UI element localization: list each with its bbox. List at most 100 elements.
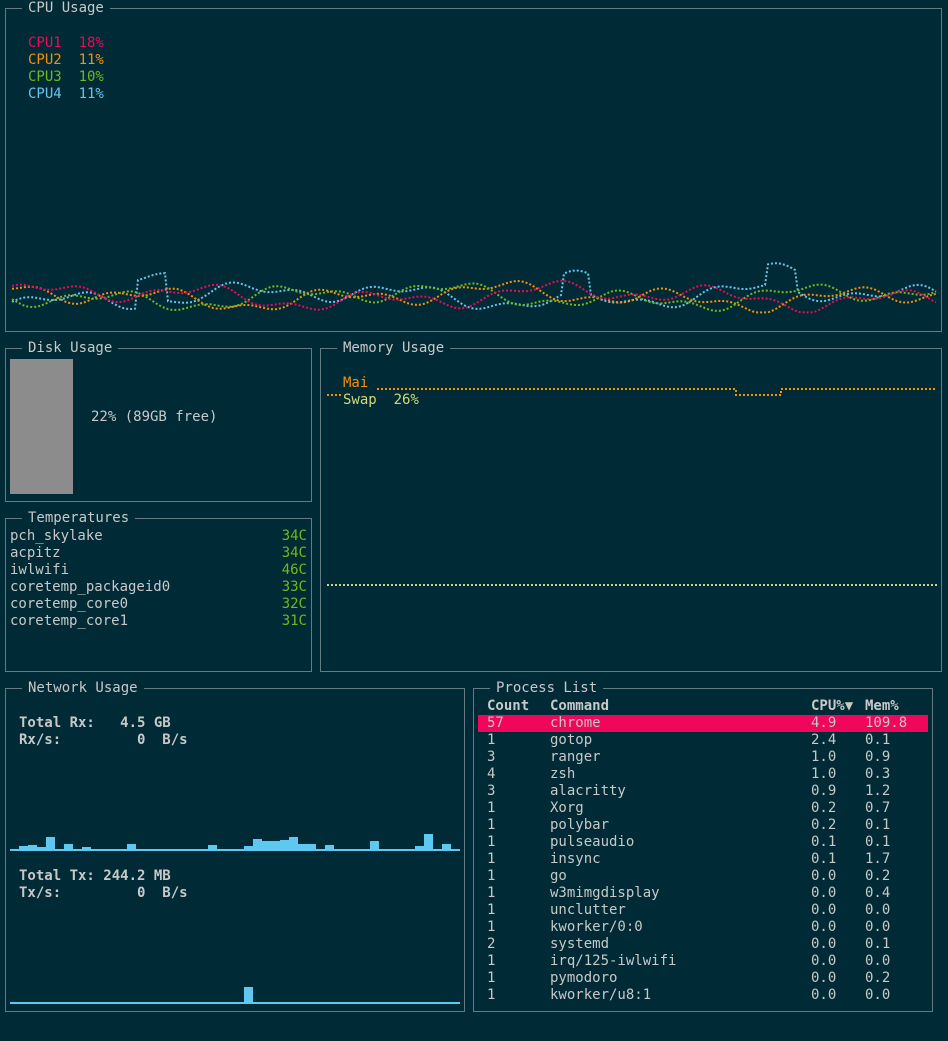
rx-rate-label: Rx/s: [19,732,62,748]
process-command-cell[interactable]: ranger [550,749,601,766]
rx-bar [397,849,406,851]
process-count-cell[interactable]: 1 [487,868,495,885]
process-command-cell[interactable]: pymodoro [550,970,617,987]
tx-bar [217,1002,226,1004]
process-mem-cell[interactable]: 0.1 [865,834,890,851]
process-list-panel: Process List Count Command CPU%▼ Mem% 57… [473,679,933,1012]
process-mem-cell[interactable]: 0.3 [865,766,890,783]
process-command-cell[interactable]: w3mimgdisplay [550,885,660,902]
process-cpu-cell[interactable]: 0.1 [811,851,836,868]
rx-bar [73,849,82,851]
process-cpu-cell[interactable]: 0.2 [811,817,836,834]
process-mem-cell[interactable]: 0.0 [865,919,890,936]
rx-bar [37,847,46,851]
process-command-cell[interactable]: kworker/0:0 [550,919,643,936]
tx-bar [145,1002,154,1004]
process-count-cell[interactable]: 1 [487,732,495,749]
process-cpu-cell[interactable]: 0.2 [811,800,836,817]
process-command-cell[interactable]: gotop [550,732,592,749]
process-cpu-cell[interactable]: 1.0 [811,749,836,766]
process-count-cell[interactable]: 1 [487,851,495,868]
process-header-mem[interactable]: Mem% [865,698,899,715]
process-mem-cell[interactable]: 0.7 [865,800,890,817]
process-cpu-cell[interactable]: 2.4 [811,732,836,749]
process-count-cell[interactable]: 1 [487,970,495,987]
tx-rate-label: Tx/s: [19,885,62,901]
process-mem-cell[interactable]: 1.7 [865,851,890,868]
process-mem-cell[interactable]: 0.0 [865,953,890,970]
process-cpu-cell[interactable]: 0.0 [811,987,836,1004]
process-command-cell[interactable]: zsh [550,766,575,783]
process-command-cell[interactable]: polybar [550,817,609,834]
process-mem-cell[interactable]: 109.8 [865,715,907,732]
process-header-command[interactable]: Command [550,698,609,715]
process-mem-cell[interactable]: 0.1 [865,817,890,834]
tx-total: Total Tx: 244.2 MB [19,868,171,885]
process-command-cell[interactable]: insync [550,851,601,868]
process-cpu-cell[interactable]: 0.0 [811,936,836,953]
swap-memory-legend: Swap 26% [343,392,419,409]
process-mem-cell[interactable]: 0.0 [865,987,890,1004]
process-mem-cell[interactable]: 0.9 [865,749,890,766]
network-usage-title: Network Usage [22,679,144,697]
tx-bar [415,1002,424,1004]
process-command-cell[interactable]: systemd [550,936,609,953]
rx-bar [235,849,244,851]
process-command-cell[interactable]: unclutter [550,902,626,919]
process-mem-cell[interactable]: 0.2 [865,868,890,885]
process-count-cell[interactable]: 1 [487,885,495,902]
disk-usage-panel: Disk Usage 22% (89GB free) [5,339,312,502]
process-cpu-cell[interactable]: 0.0 [811,919,836,936]
process-count-cell[interactable]: 1 [487,800,495,817]
process-cpu-cell[interactable]: 4.9 [811,715,836,732]
process-command-cell[interactable]: Xorg [550,800,584,817]
rx-bar [316,849,325,851]
tx-sparkline [10,987,460,1004]
process-command-cell[interactable]: kworker/u8:1 [550,987,651,1004]
process-count-cell[interactable]: 1 [487,919,495,936]
process-cpu-cell[interactable]: 0.9 [811,783,836,800]
process-command-cell[interactable]: irq/125-iwlwifi [550,953,676,970]
tx-bar [19,1002,28,1004]
process-cpu-cell[interactable]: 0.0 [811,868,836,885]
tx-bar [172,1002,181,1004]
process-mem-cell[interactable]: 0.1 [865,936,890,953]
tx-bar [91,1002,100,1004]
process-command-cell[interactable]: go [550,868,567,885]
process-command-cell[interactable]: pulseaudio [550,834,634,851]
process-count-cell[interactable]: 1 [487,817,495,834]
process-mem-cell[interactable]: 1.2 [865,783,890,800]
process-count-cell[interactable]: 2 [487,936,495,953]
process-cpu-cell[interactable]: 1.0 [811,766,836,783]
process-cpu-cell[interactable]: 0.0 [811,953,836,970]
temperatures-title: Temperatures [22,509,136,527]
process-count-cell[interactable]: 3 [487,749,495,766]
process-mem-cell[interactable]: 0.2 [865,970,890,987]
temperature-sensor-name: pch_skylake [10,528,103,544]
process-command-cell[interactable]: alacritty [550,783,626,800]
rx-bar [370,841,379,851]
rx-bar [91,849,100,851]
tx-bar [289,1002,298,1004]
process-mem-cell[interactable]: 0.0 [865,902,890,919]
temperature-sensor-name: iwlwifi [10,562,70,578]
process-cpu-cell[interactable]: 0.0 [811,970,836,987]
process-header-cpu[interactable]: CPU%▼ [811,698,853,715]
process-cpu-cell[interactable]: 0.0 [811,885,836,902]
process-cpu-cell[interactable]: 0.1 [811,834,836,851]
process-count-cell[interactable]: 3 [487,783,495,800]
process-count-cell[interactable]: 1 [487,987,495,1004]
process-mem-cell[interactable]: 0.1 [865,732,890,749]
process-mem-cell[interactable]: 0.4 [865,885,890,902]
process-count-cell[interactable]: 57 [487,715,504,732]
disk-usage-label: 22% (89GB free) [91,409,218,425]
tx-bar [271,1002,280,1004]
process-count-cell[interactable]: 1 [487,834,495,851]
process-header-count[interactable]: Count [487,698,529,715]
rx-bar [424,834,433,851]
process-cpu-cell[interactable]: 0.0 [811,902,836,919]
process-command-cell[interactable]: chrome [550,715,601,732]
process-count-cell[interactable]: 4 [487,766,495,783]
process-count-cell[interactable]: 1 [487,953,495,970]
process-count-cell[interactable]: 1 [487,902,495,919]
